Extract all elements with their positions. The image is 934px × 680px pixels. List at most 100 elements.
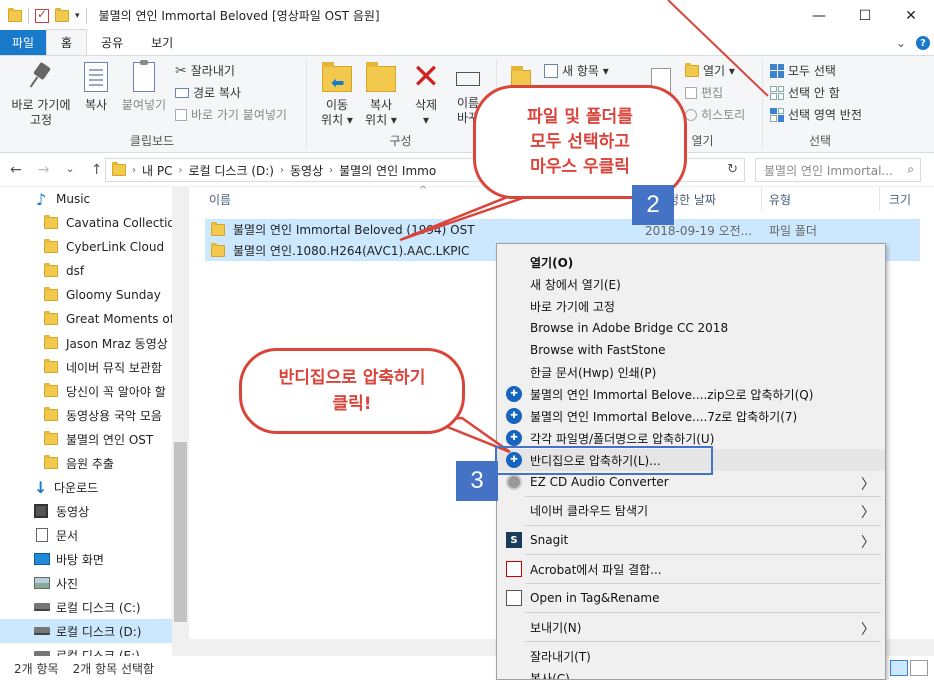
- paste-button[interactable]: 붙여넣기: [118, 60, 170, 113]
- move-label-line2: 위치 ▾: [321, 113, 353, 127]
- quick-access-toolbar: ▾: [8, 7, 87, 24]
- maximize-button[interactable]: ☐: [842, 0, 888, 31]
- column-name[interactable]: 이름: [209, 191, 231, 208]
- invert-selection-button[interactable]: 선택 영역 반전: [770, 106, 862, 123]
- nav-item[interactable]: 불멸의 연인 OST: [0, 427, 172, 451]
- nav-item[interactable]: dsf: [0, 259, 172, 283]
- new-item-label: 새 항목 ▾: [562, 64, 609, 78]
- menu-item-pin-quick-access[interactable]: 바로 가기에 고정: [497, 295, 885, 317]
- nav-scrollbar[interactable]: [172, 187, 189, 656]
- divider: [525, 496, 881, 497]
- copy-path-button[interactable]: 경로 복사: [175, 84, 241, 101]
- menu-item-faststone[interactable]: Browse with FastStone: [497, 339, 885, 361]
- nav-item[interactable]: 바탕 화면: [0, 547, 172, 571]
- table-row[interactable]: 불멸의 연인 Immortal Beloved (1994) OST 2018-…: [205, 219, 920, 240]
- menu-item-cut[interactable]: 잘라내기(T): [497, 645, 885, 667]
- menu-item-adobe-bridge[interactable]: Browse in Adobe Bridge CC 2018: [497, 317, 885, 339]
- nav-item[interactable]: 네이버 뮤직 보관함: [0, 355, 172, 379]
- collapse-ribbon-icon[interactable]: ⌄: [896, 36, 906, 50]
- menu-item-zip-compress[interactable]: 불멸의 연인 Immortal Belove....zip으로 압축하기(Q): [497, 383, 885, 405]
- history-button[interactable]: 히스토리: [685, 106, 745, 123]
- customize-qat-icon[interactable]: ▾: [75, 11, 80, 21]
- nav-item[interactable]: CyberLink Cloud: [0, 235, 172, 259]
- recent-locations-button[interactable]: ⌄: [65, 162, 74, 178]
- breadcrumb-videos[interactable]: 동영상: [290, 162, 323, 179]
- paste-shortcut-button[interactable]: 바로 가기 붙여넣기: [175, 106, 287, 123]
- divider: [306, 60, 307, 148]
- menu-label: 각각 파일명/폴더명으로 압축하기(U): [530, 431, 715, 446]
- menu-item-7z-compress[interactable]: 불멸의 연인 Immortal Belove....7z로 압축하기(7): [497, 405, 885, 427]
- new-item-button[interactable]: 새 항목 ▾: [544, 62, 609, 79]
- nav-item[interactable]: 사진: [0, 571, 172, 595]
- ribbon: 바로 가기에 고정 복사 붙여넣기 ✂ 잘라내기 경로 복사 바로 가기 붙여넣…: [0, 56, 934, 153]
- cut-button[interactable]: ✂ 잘라내기: [175, 62, 235, 79]
- back-button[interactable]: ←: [10, 162, 22, 178]
- nav-item[interactable]: 문서: [0, 523, 172, 547]
- nav-item[interactable]: Jason Mraz 동영상 ㄱ: [0, 331, 172, 355]
- move-to-button[interactable]: ⬅ 이동 위치 ▾: [314, 62, 360, 128]
- edit-button[interactable]: 편집: [685, 84, 723, 101]
- new-folder-icon[interactable]: [55, 7, 69, 22]
- forward-button[interactable]: →: [38, 162, 50, 178]
- tab-view[interactable]: 보기: [137, 30, 187, 55]
- group-organize: ⬅ 이동 위치 ▾ 복사 위치 ▾ ✕ 삭제 ▾ 이름 바꾸 구성: [308, 56, 493, 153]
- pin-label-line1: 바로 가기에: [11, 98, 71, 112]
- navigation-pane: ♪ Music Cavatina Collection CyberLink Clo…: [0, 187, 189, 656]
- nav-item-selected[interactable]: 로컬 디스크 (D:): [0, 619, 172, 643]
- help-icon[interactable]: ?: [916, 36, 930, 50]
- nav-item[interactable]: 당신이 꼭 알아야 할: [0, 379, 172, 403]
- menu-item-snagit[interactable]: S Snagit 〉: [497, 529, 885, 551]
- tab-home[interactable]: 홈: [46, 29, 88, 55]
- details-view-icon[interactable]: [890, 660, 908, 676]
- tab-file[interactable]: 파일: [0, 30, 46, 55]
- nav-item[interactable]: Great Moments of A: [0, 307, 172, 331]
- close-button[interactable]: ✕: [888, 0, 934, 31]
- refresh-button[interactable]: ↻: [727, 162, 738, 177]
- menu-item-send-to[interactable]: 보내기(N) 〉: [497, 616, 885, 639]
- divider: [525, 583, 881, 584]
- folder-icon: [44, 335, 58, 349]
- breadcrumb-local-disk-d[interactable]: 로컬 디스크 (D:): [188, 162, 273, 179]
- menu-item-open[interactable]: 열기(O): [497, 251, 885, 273]
- column-type[interactable]: 유형: [769, 191, 791, 208]
- nav-item[interactable]: 동영상: [0, 499, 172, 523]
- copyto-label-line1: 복사: [369, 98, 393, 112]
- column-size[interactable]: 크기: [889, 191, 911, 208]
- large-icons-view-icon[interactable]: [910, 660, 928, 676]
- nav-scroll-thumb[interactable]: [174, 442, 187, 622]
- minimize-button[interactable]: —: [796, 0, 842, 31]
- select-none-button[interactable]: 선택 안 함: [770, 84, 840, 101]
- pin-to-quick-access-button[interactable]: 바로 가기에 고정: [6, 62, 76, 128]
- copy-button[interactable]: 복사: [78, 62, 114, 113]
- submenu-chevron-icon: 〉: [861, 505, 875, 521]
- nav-item[interactable]: Cavatina Collection: [0, 211, 172, 235]
- select-all-icon: [770, 63, 784, 78]
- menu-item-open-new-window[interactable]: 새 창에서 열기(E): [497, 273, 885, 295]
- open-button[interactable]: 열기 ▾: [685, 62, 735, 79]
- menu-item-hwp-print[interactable]: 한글 문서(Hwp) 인쇄(P): [497, 361, 885, 383]
- scissors-icon: ✂: [175, 62, 187, 79]
- up-button[interactable]: ↑: [91, 162, 103, 178]
- breadcrumb-this-pc[interactable]: 내 PC: [142, 162, 172, 179]
- select-all-button[interactable]: 모두 선택: [770, 62, 836, 79]
- tab-share[interactable]: 공유: [87, 30, 137, 55]
- nav-item[interactable]: ↓ 다운로드: [0, 475, 172, 499]
- nav-item[interactable]: 로컬 디스크 (E:): [0, 643, 172, 656]
- nav-item[interactable]: 로컬 디스크 (C:): [0, 595, 172, 619]
- nav-item[interactable]: Gloomy Sunday: [0, 283, 172, 307]
- delete-button[interactable]: ✕ 삭제 ▾: [406, 60, 446, 128]
- copy-to-button[interactable]: 복사 위치 ▾: [358, 62, 404, 128]
- menu-item-tag-rename[interactable]: ✎ Open in Tag&Rename: [497, 587, 885, 609]
- callout-line: 반디집으로 압축하기: [278, 368, 426, 388]
- properties-icon[interactable]: [35, 7, 49, 23]
- menu-item-acrobat-combine[interactable]: A Acrobat에서 파일 결합...: [497, 558, 885, 580]
- nav-item[interactable]: ♪ Music: [0, 187, 172, 211]
- search-input[interactable]: 불멸의 연인 Immortal... ⌕: [755, 158, 921, 182]
- breadcrumb-current-folder[interactable]: 불멸의 연인 Immo: [339, 162, 436, 179]
- menu-item-naver-cloud[interactable]: 네이버 클라우드 탐색기 〉: [497, 499, 885, 522]
- nav-label: Jason Mraz 동영상 ㄱ: [66, 336, 172, 351]
- nav-item[interactable]: 동영상용 국악 모음: [0, 403, 172, 427]
- menu-label: 잘라내기(T): [530, 649, 591, 664]
- nav-item[interactable]: 음원 추출: [0, 451, 172, 475]
- menu-item-copy[interactable]: 복사(C): [497, 667, 885, 680]
